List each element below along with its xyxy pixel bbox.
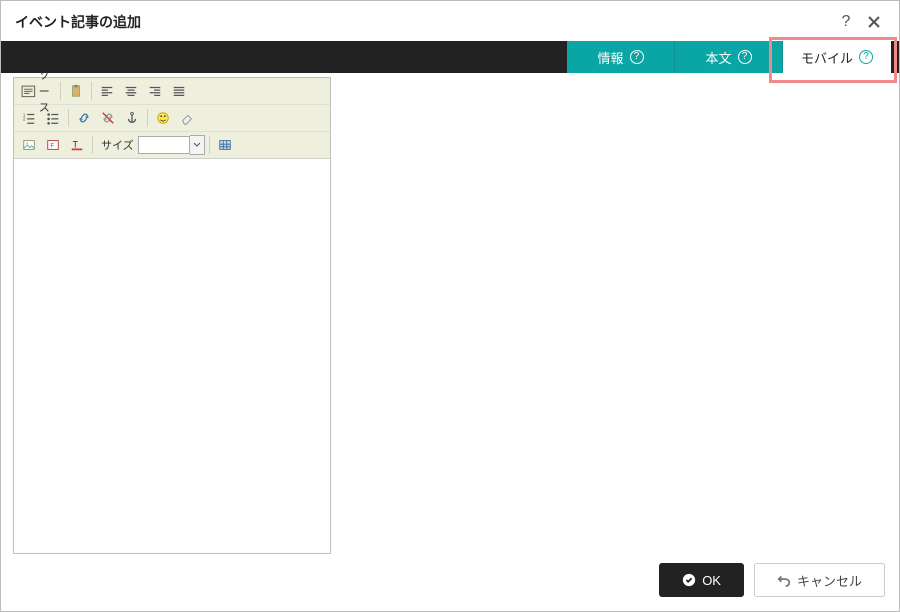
align-center-icon [124,84,138,98]
table-icon [218,138,232,152]
help-button[interactable]: ? [835,11,857,33]
font-size-dropdown[interactable] [190,135,205,155]
align-center-button[interactable] [120,80,142,102]
unlink-icon [101,111,115,125]
image-button[interactable] [18,134,40,156]
source-button[interactable]: ソース [18,81,56,101]
link-icon [77,111,91,125]
table-button[interactable] [214,134,236,156]
tab-body[interactable]: 本文 ? [675,41,783,73]
svg-text:2: 2 [23,117,26,122]
tab-mobile-label: モバイル [801,48,853,67]
tab-mobile[interactable]: モバイル ? [783,41,891,73]
close-button[interactable] [863,11,885,33]
tab-bar: 情報 ? 本文 ? モバイル ? [1,41,899,73]
source-icon [20,83,37,100]
help-icon: ? [630,50,644,64]
cancel-label: キャンセル [797,571,862,590]
toolbar-separator [209,136,210,154]
check-circle-icon [682,573,696,587]
dialog-header: イベント記事の追加 ? [1,1,899,41]
toolbar-row-2: 12 [14,104,330,131]
tab-info[interactable]: 情報 ? [567,41,675,73]
svg-text:F: F [50,143,54,150]
align-justify-icon [172,84,186,98]
flash-icon: F [46,138,60,152]
align-left-icon [100,84,114,98]
toolbar-row-1: ソース [14,78,330,104]
toolbar-separator [91,82,92,100]
ok-label: OK [702,573,721,588]
close-icon [866,14,882,30]
align-left-button[interactable] [96,80,118,102]
chevron-down-icon [193,141,201,149]
text-color-icon: T [70,138,84,152]
align-justify-button[interactable] [168,80,190,102]
toolbar-separator [60,82,61,100]
eraser-icon [180,111,194,125]
help-icon: ? [842,13,851,31]
dialog-body: ソース [1,73,899,553]
smiley-icon [156,111,170,125]
link-button[interactable] [73,107,95,129]
anchor-button[interactable] [121,107,143,129]
unlink-button[interactable] [97,107,119,129]
tab-info-label: 情報 [597,48,623,67]
paste-button[interactable] [65,80,87,102]
tab-body-label: 本文 [705,48,731,67]
toolbar-separator [147,109,148,127]
toolbar-separator [68,109,69,127]
clipboard-icon [69,84,83,98]
text-color-button[interactable]: T [66,134,88,156]
font-size-field [138,135,205,155]
toolbar-separator [92,136,93,154]
undo-icon [777,573,791,587]
align-right-button[interactable] [144,80,166,102]
svg-text:T: T [73,140,79,150]
ordered-list-icon: 12 [22,111,36,125]
image-icon [22,138,36,152]
help-icon: ? [859,50,873,64]
toolbar-row-3: F T サイズ [14,131,330,158]
eraser-button[interactable] [176,107,198,129]
unordered-list-icon [46,111,60,125]
editor-toolbar: ソース [14,78,330,159]
ok-button[interactable]: OK [659,563,744,597]
editor-canvas[interactable] [14,159,330,553]
dialog-title: イベント記事の追加 [15,12,829,32]
flash-button[interactable]: F [42,134,64,156]
font-size-input[interactable] [138,136,190,154]
font-size-label: サイズ [101,137,134,153]
align-right-icon [148,84,162,98]
anchor-icon [125,111,139,125]
cancel-button[interactable]: キャンセル [754,563,885,597]
ordered-list-button[interactable]: 12 [18,107,40,129]
dialog-footer: OK キャンセル [1,553,899,611]
emoji-button[interactable] [152,107,174,129]
help-icon: ? [738,50,752,64]
rich-text-editor: ソース [13,77,331,554]
unordered-list-button[interactable] [42,107,64,129]
dialog-add-event-article: イベント記事の追加 ? 情報 ? 本文 ? モバイル ? [0,0,900,612]
